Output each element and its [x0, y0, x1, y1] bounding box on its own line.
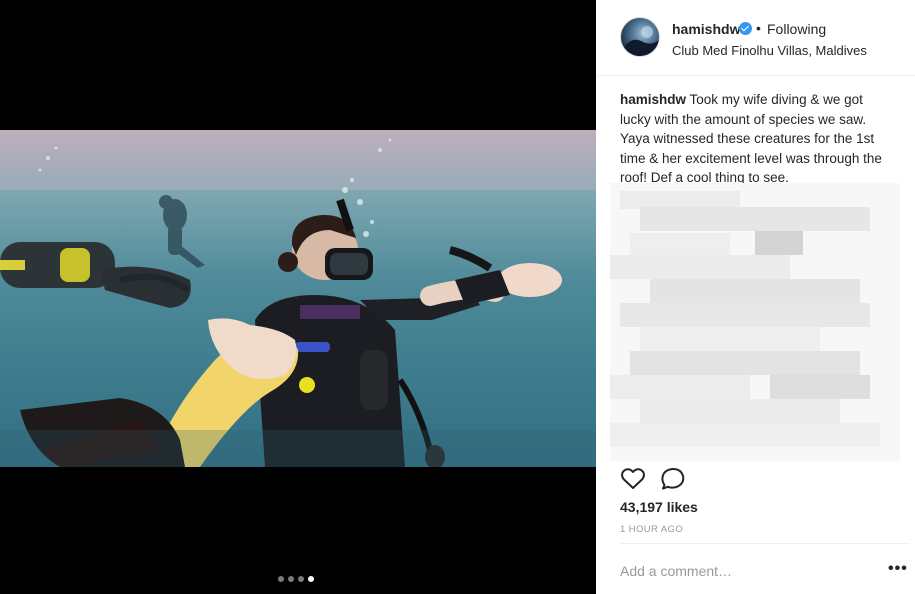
- post-side-panel: hamishdw • Following Club Med Finolhu Vi…: [596, 0, 915, 594]
- location-link[interactable]: Club Med Finolhu Villas, Maldives: [672, 43, 867, 58]
- comment-bubble-icon[interactable]: [660, 466, 686, 492]
- post-photo[interactable]: [0, 130, 596, 467]
- comment-bar: Add a comment… •••: [620, 543, 910, 594]
- following-button[interactable]: Following: [767, 21, 826, 37]
- separator-dot: •: [756, 20, 761, 36]
- more-options-icon[interactable]: •••: [888, 560, 908, 578]
- comment-input[interactable]: Add a comment…: [620, 563, 732, 579]
- underwater-scene-image: [0, 130, 596, 467]
- post-caption: hamishdw Took my wife diving & we got lu…: [620, 90, 890, 188]
- carousel-dot[interactable]: [288, 576, 294, 582]
- carousel-dot[interactable]: [298, 576, 304, 582]
- carousel-dot[interactable]: [278, 576, 284, 582]
- pixelated-comments-area: [610, 183, 900, 461]
- verified-badge-icon: [739, 22, 752, 35]
- avatar-image: [621, 26, 659, 56]
- post-timestamp[interactable]: 1 HOUR AGO: [620, 524, 683, 535]
- post-header: hamishdw • Following Club Med Finolhu Vi…: [596, 0, 915, 76]
- caption-author-link[interactable]: hamishdw: [620, 92, 686, 107]
- carousel-dot-active[interactable]: [308, 576, 314, 582]
- carousel-indicator: [278, 576, 314, 582]
- likes-count[interactable]: 43,197 likes: [620, 499, 698, 515]
- avatar[interactable]: [620, 17, 660, 57]
- post-media[interactable]: [0, 0, 596, 594]
- username-link[interactable]: hamishdw: [672, 21, 740, 37]
- heart-icon[interactable]: [620, 466, 646, 492]
